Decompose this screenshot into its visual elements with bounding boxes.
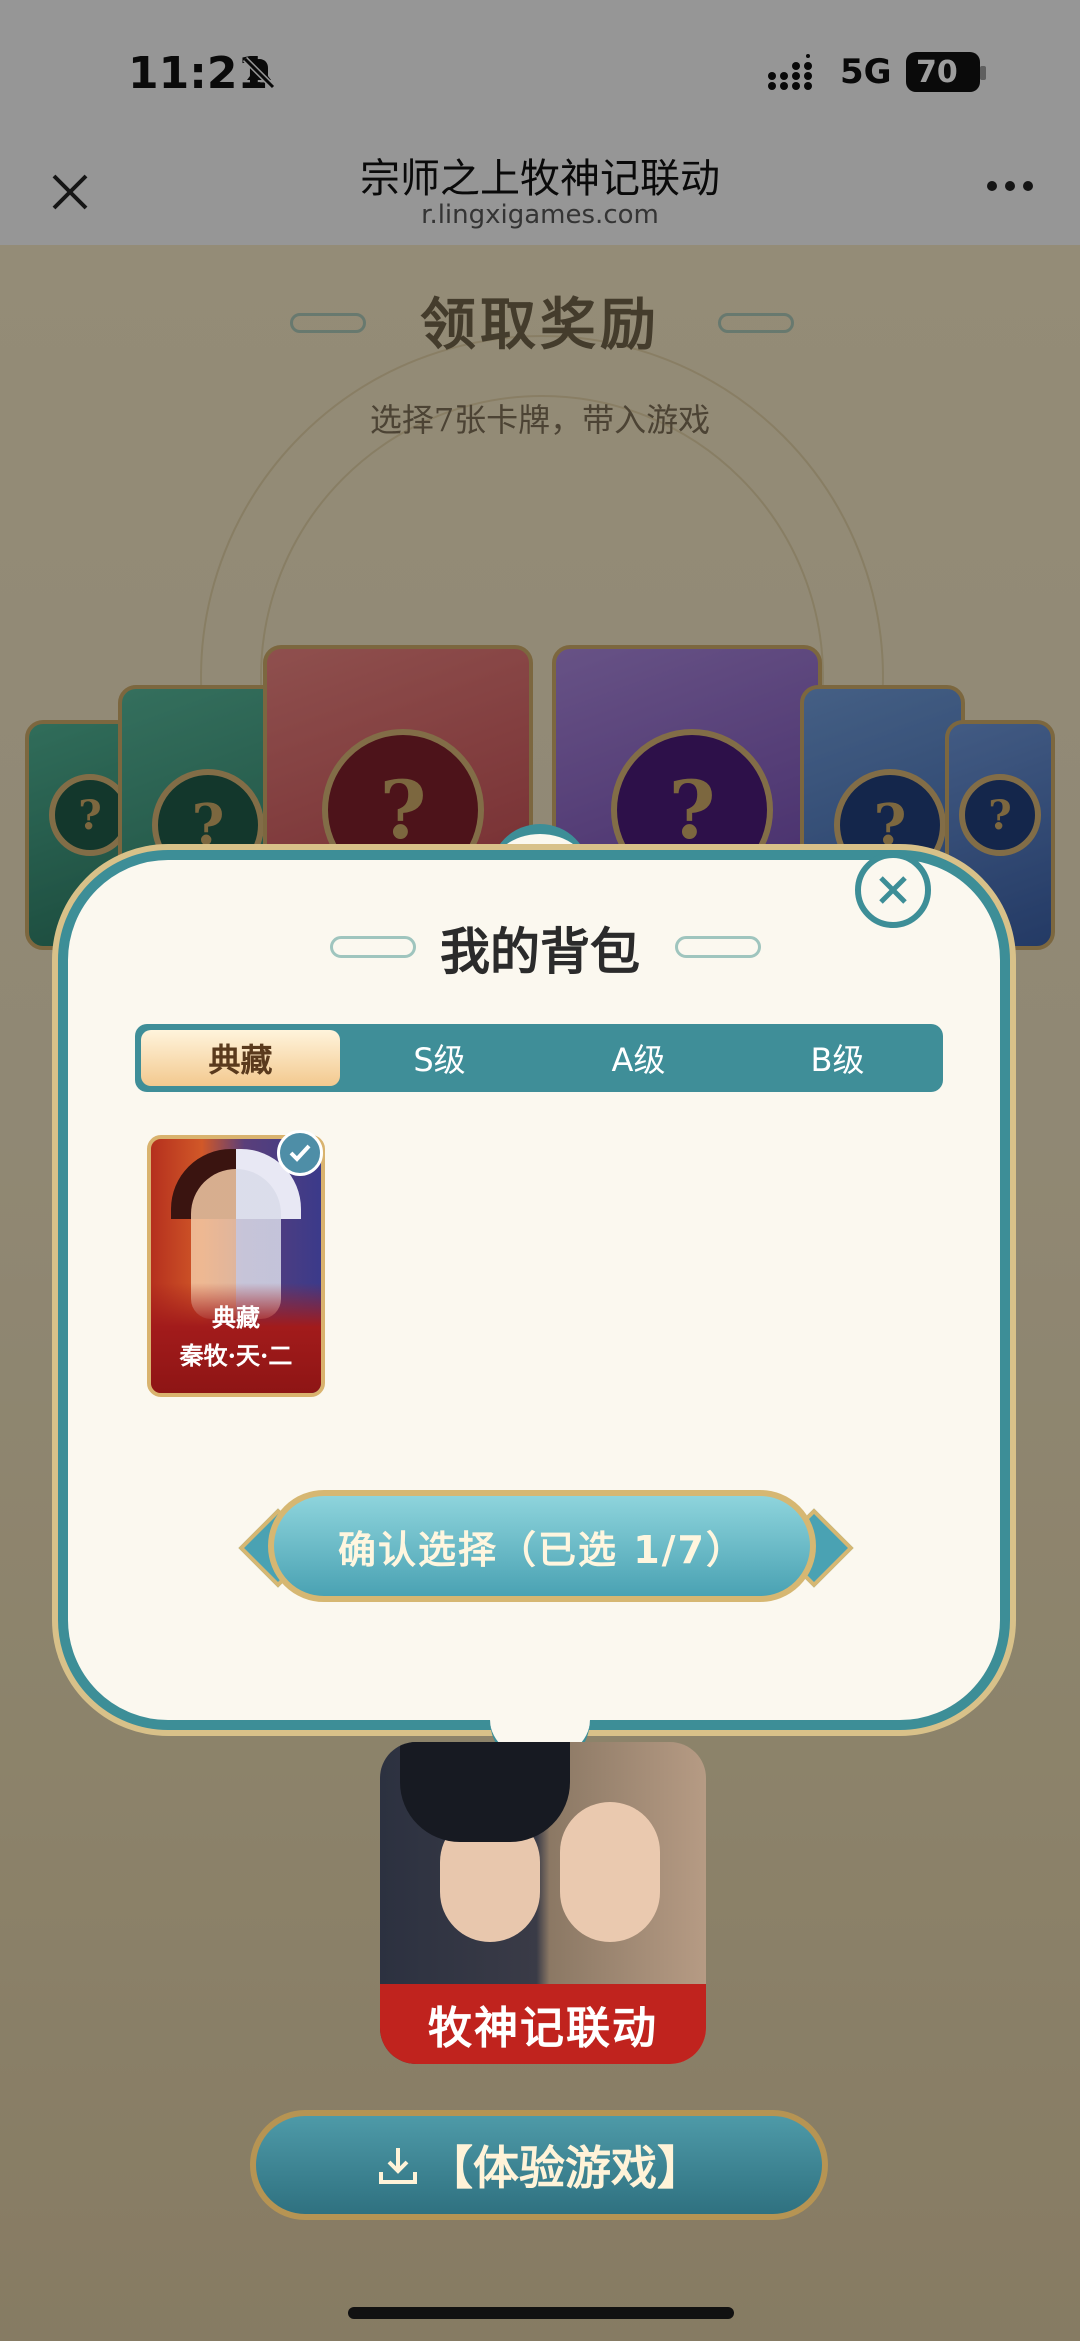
rarity-tabs: 典藏 S级 A级 B级 (135, 1024, 943, 1092)
tab-b-rank[interactable]: B级 (738, 1030, 937, 1086)
modal-title: 我的背包 (440, 922, 640, 981)
play-game-button[interactable]: 【体验游戏】 (250, 2110, 828, 2220)
confirm-selection-button[interactable]: 确认选择（已选 1/7） (268, 1490, 816, 1602)
character-art (400, 1742, 570, 1842)
character-art (560, 1802, 660, 1942)
download-icon (379, 2148, 417, 2184)
close-icon (879, 876, 907, 904)
tab-a-rank[interactable]: A级 (539, 1030, 738, 1086)
tab-collection[interactable]: 典藏 (141, 1030, 340, 1086)
tab-s-rank[interactable]: S级 (340, 1030, 539, 1086)
card-name: 秦牧·天·二 (179, 1341, 293, 1370)
card-rarity: 典藏 (212, 1303, 260, 1332)
selected-check-icon (277, 1130, 323, 1176)
game-label: 牧神记联动 (380, 1984, 706, 2064)
game-icon[interactable]: 牧神记联动 (380, 1742, 706, 2064)
home-indicator[interactable] (348, 2307, 734, 2319)
play-game-label: 【体验游戏】 (427, 2141, 703, 2195)
